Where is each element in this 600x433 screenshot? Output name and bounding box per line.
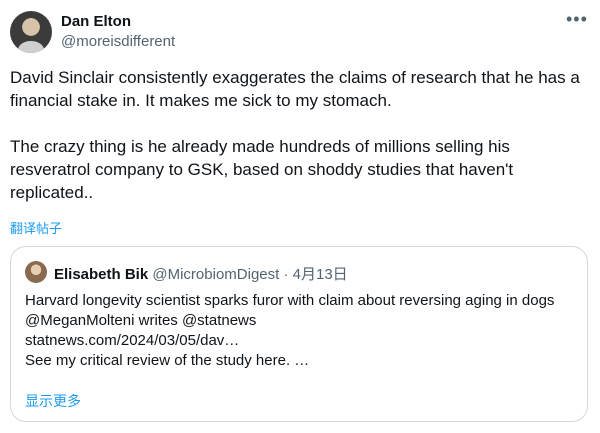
quote-author-name: Elisabeth Bik <box>54 266 149 283</box>
more-horizontal-icon[interactable]: ••• <box>566 10 592 28</box>
tweet-text: David Sinclair consistently exaggerates … <box>10 68 580 202</box>
translate-post-link[interactable]: 翻译帖子 <box>10 218 62 237</box>
author-name[interactable]: Dan Elton <box>61 13 131 30</box>
author-handle[interactable]: @moreisdifferent <box>61 33 175 50</box>
quote-header: Elisabeth Bik @MicrobiomDigest · 4月13日 <box>54 263 348 284</box>
show-more-link[interactable]: 显示更多 <box>25 391 81 411</box>
quote-author-handle: @MicrobiomDigest <box>152 266 280 283</box>
quote-separator: · <box>279 266 293 283</box>
quote-avatar <box>25 261 47 283</box>
quote-date: 4月13日 <box>292 266 348 283</box>
avatar[interactable] <box>10 11 52 53</box>
quote-text: Harvard longevity scientist sparks furor… <box>25 292 555 369</box>
quoted-tweet[interactable]: Elisabeth Bik @MicrobiomDigest · 4月13日 H… <box>10 246 588 422</box>
